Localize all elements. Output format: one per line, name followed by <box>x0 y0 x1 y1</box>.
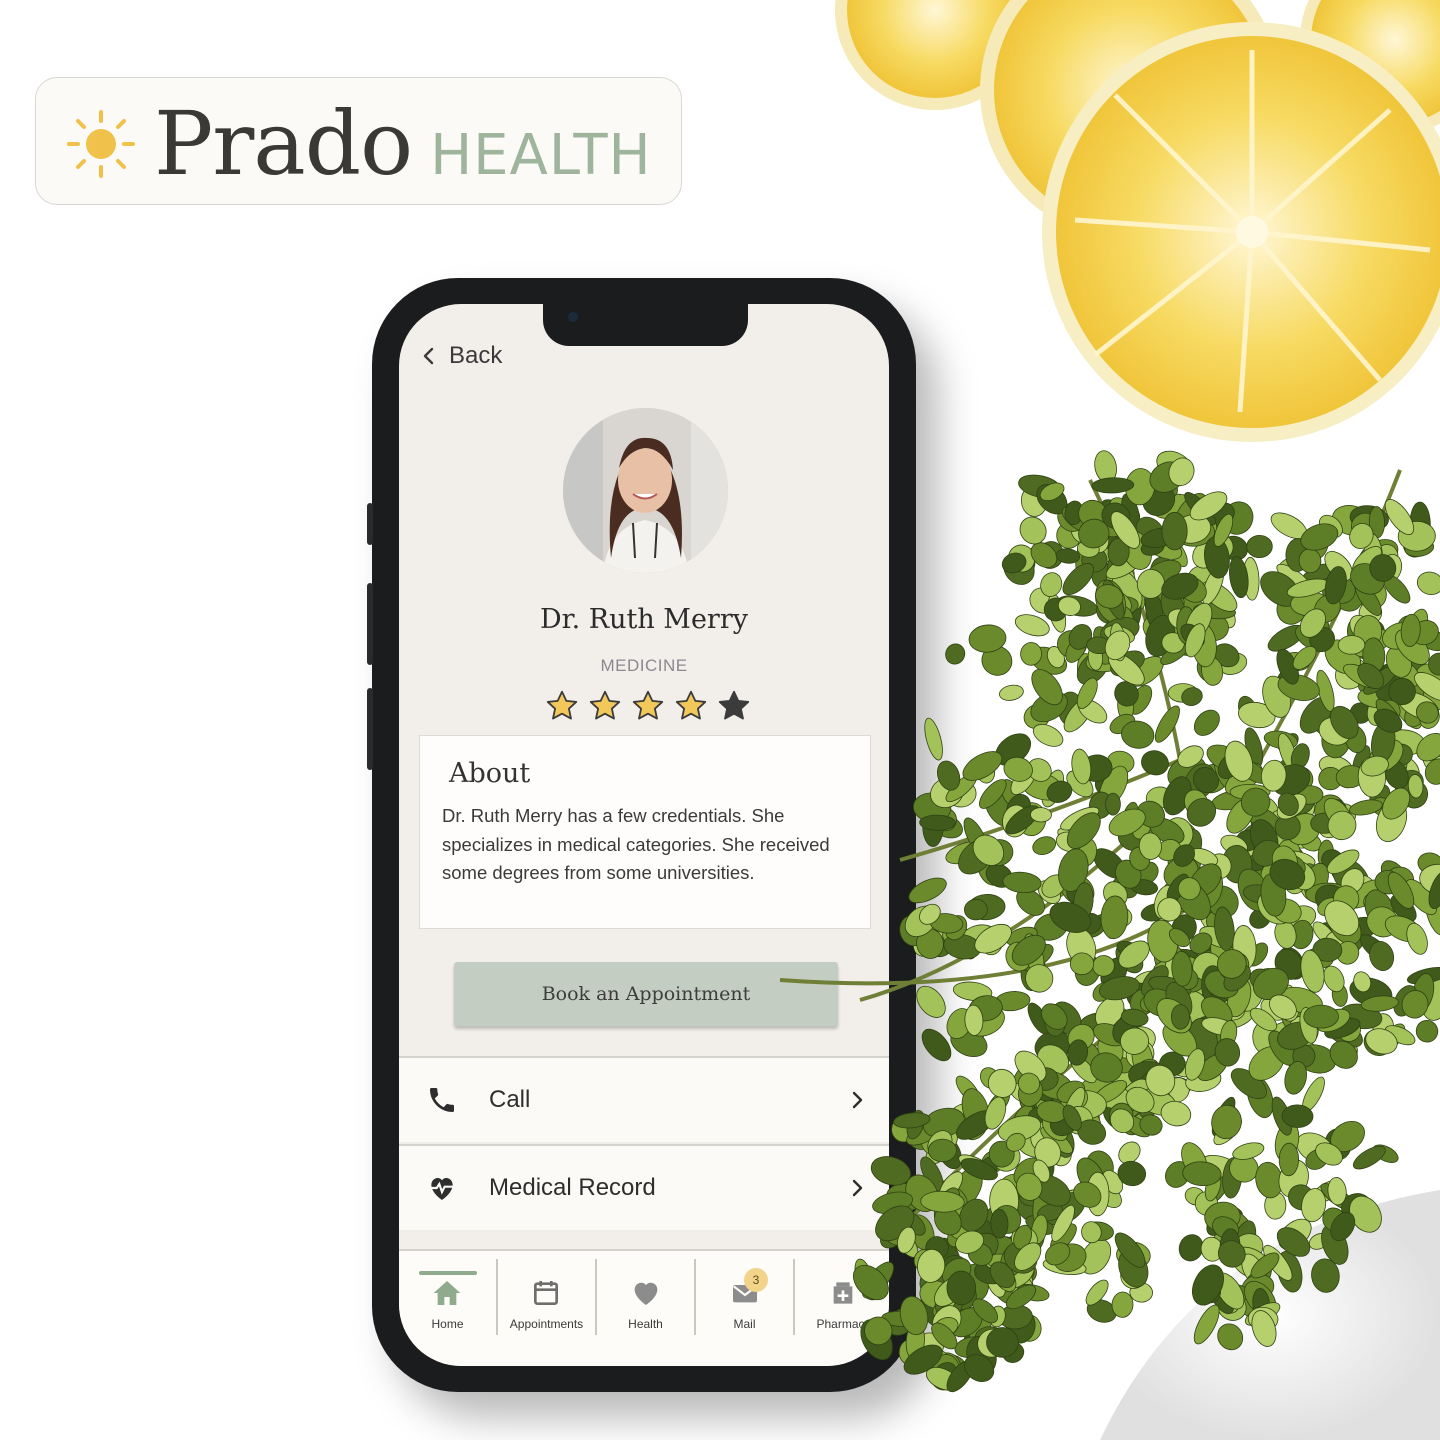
plant-leaf <box>1246 534 1273 559</box>
plant-leaf <box>1111 1291 1134 1318</box>
plant-leaf <box>1030 807 1052 823</box>
plant-leaf <box>986 1327 1019 1358</box>
plant-leaf <box>1303 1004 1339 1029</box>
plant-leaf <box>916 985 946 1018</box>
plant-leaf <box>1193 709 1220 736</box>
plant-leaf <box>999 684 1024 701</box>
plant-leaf <box>1170 1004 1191 1030</box>
plant-leaf <box>1416 571 1440 595</box>
plant-leaf <box>1415 1019 1439 1043</box>
plant-leaf <box>1002 871 1042 893</box>
plant-leaf <box>924 717 943 761</box>
plant-leaf <box>1100 895 1129 940</box>
plant-leaf <box>908 877 947 904</box>
plant-leaf <box>919 814 956 831</box>
plant-leaf <box>1278 1142 1300 1177</box>
plant-decoration <box>779 450 1440 1440</box>
plant-leaf <box>1161 511 1188 551</box>
plant-leaf <box>945 643 966 665</box>
plant-leaf <box>927 1138 957 1163</box>
plant-leaf <box>1105 792 1121 816</box>
camera-icon <box>568 312 578 322</box>
plant-leaf <box>1069 952 1095 976</box>
plant-leaf <box>1032 836 1057 855</box>
phone-notch <box>543 304 748 346</box>
